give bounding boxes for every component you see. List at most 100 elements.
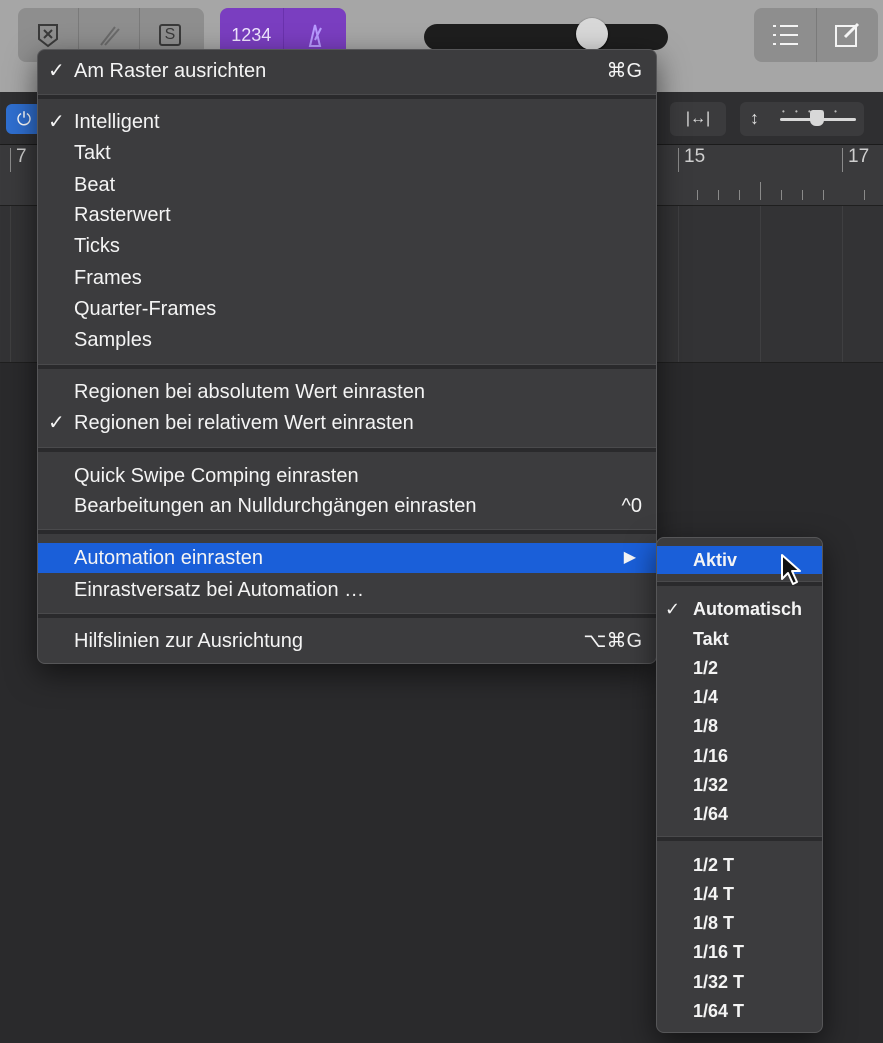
list-icon[interactable] bbox=[754, 8, 817, 62]
control-bar-right-group bbox=[754, 8, 878, 62]
menu-item-label: Frames bbox=[74, 267, 142, 289]
menu-item-label: 1/8 bbox=[693, 716, 719, 736]
submenu-item-1-2[interactable]: 1/2 bbox=[657, 654, 822, 682]
menu-item-label: 1/64 bbox=[693, 804, 729, 824]
ruler-tick bbox=[864, 190, 865, 200]
menu-item-label: Quick Swipe Comping einrasten bbox=[74, 465, 359, 487]
menu-item-label: 1/16 T bbox=[693, 942, 745, 962]
menu-item-label: Beat bbox=[74, 174, 116, 196]
submenu-item-1-2-triplet[interactable]: 1/2 T bbox=[657, 851, 822, 879]
menu-item-label: 1/64 T bbox=[693, 1001, 745, 1021]
menu-separator bbox=[657, 836, 822, 841]
vertical-resize-icon: ↕ bbox=[750, 108, 759, 128]
ruler-tick bbox=[718, 190, 719, 200]
menu-item-shortcut: ⌥⌘G bbox=[583, 630, 642, 652]
menu-item-label: Ticks bbox=[74, 235, 120, 257]
menu-item-snap-automation[interactable]: Automation einrasten ▶ bbox=[38, 543, 656, 573]
ruler-tick bbox=[739, 190, 740, 200]
menu-item-label: 1/32 bbox=[693, 775, 729, 795]
menu-item-snap-zero-crossings[interactable]: Bearbeitungen an Nulldurchgängen einrast… bbox=[38, 491, 656, 521]
ruler-tick bbox=[823, 190, 824, 200]
submenu-item-1-8[interactable]: 1/8 bbox=[657, 712, 822, 740]
menu-item-label: 1/2 bbox=[693, 658, 719, 678]
menu-separator bbox=[38, 529, 656, 534]
menu-item-label: Regionen bei absolutem Wert einrasten bbox=[74, 381, 425, 403]
menu-item-label: 1/2 T bbox=[693, 855, 735, 875]
ruler-bar-line bbox=[10, 148, 11, 172]
menu-separator bbox=[38, 447, 656, 452]
ruler-tick bbox=[760, 182, 761, 200]
menu-item-label: Quarter-Frames bbox=[74, 298, 217, 320]
menu-item-snap-regions-absolute[interactable]: Regionen bei absolutem Wert einrasten bbox=[38, 377, 656, 407]
menu-item-label: Automation einrasten bbox=[74, 547, 264, 569]
ruler-tick bbox=[697, 190, 698, 200]
menu-item-ticks[interactable]: Ticks bbox=[38, 231, 656, 261]
vertical-zoom-control[interactable]: ↕ • • • • • bbox=[740, 102, 864, 136]
menu-item-label: 1/32 T bbox=[693, 972, 745, 992]
menu-separator bbox=[38, 364, 656, 369]
edit-note-icon[interactable] bbox=[817, 8, 879, 62]
master-volume-slider[interactable] bbox=[424, 24, 668, 50]
submenu-item-bar[interactable]: Takt bbox=[657, 625, 822, 653]
menu-item-label: 1/4 bbox=[693, 687, 719, 707]
submenu-arrow-icon: ▶ bbox=[623, 549, 636, 566]
checkmark-icon: ✓ bbox=[665, 599, 681, 619]
checkmark-icon: ✓ bbox=[48, 111, 65, 133]
submenu-item-automatic[interactable]: ✓ Automatisch bbox=[657, 595, 822, 623]
automation-snap-submenu: Aktiv ✓ Automatisch Takt 1/2 1/4 1/8 1/1… bbox=[656, 537, 823, 1033]
submenu-item-1-8-triplet[interactable]: 1/8 T bbox=[657, 909, 822, 937]
snap-menu: ✓ Am Raster ausrichten ⌘G ✓ Intelligent … bbox=[37, 49, 657, 664]
menu-item-snap-quick-swipe[interactable]: Quick Swipe Comping einrasten bbox=[38, 461, 656, 491]
zoom-slider-knob[interactable] bbox=[810, 110, 824, 126]
master-volume-knob[interactable] bbox=[576, 18, 608, 50]
menu-item-beat[interactable]: Beat bbox=[38, 170, 656, 200]
menu-item-label: Am Raster ausrichten bbox=[74, 60, 267, 82]
menu-item-shortcut: ^0 bbox=[621, 495, 642, 517]
menu-item-label: Samples bbox=[74, 329, 152, 351]
ruler-bar-line bbox=[842, 148, 843, 172]
grid-line bbox=[760, 206, 761, 362]
menu-item-label: Rasterwert bbox=[74, 204, 171, 226]
menu-item-label: Bearbeitungen an Nulldurchgängen einrast… bbox=[74, 495, 477, 517]
menu-item-label: Takt bbox=[74, 142, 111, 164]
menu-item-quarter-frames[interactable]: Quarter-Frames bbox=[38, 294, 656, 324]
menu-item-snap-regions-relative[interactable]: ✓ Regionen bei relativem Wert einrasten bbox=[38, 408, 656, 438]
menu-item-label: Intelligent bbox=[74, 111, 160, 133]
menu-item-frames[interactable]: Frames bbox=[38, 263, 656, 293]
checkmark-icon: ✓ bbox=[48, 412, 65, 434]
menu-separator bbox=[38, 94, 656, 99]
menu-item-snap-to-grid[interactable]: ✓ Am Raster ausrichten ⌘G bbox=[38, 56, 656, 86]
menu-item-samples[interactable]: Samples bbox=[38, 325, 656, 355]
ruler-tick bbox=[781, 190, 782, 200]
menu-item-alignment-guides[interactable]: Hilfslinien zur Ausrichtung ⌥⌘G bbox=[38, 626, 656, 656]
ruler-bar-number: 7 bbox=[16, 146, 27, 167]
menu-item-label: 1/16 bbox=[693, 746, 729, 766]
fit-horizontal-icon[interactable]: |↔| bbox=[670, 102, 726, 136]
checkmark-icon: ✓ bbox=[48, 60, 65, 82]
grid-line bbox=[10, 206, 11, 362]
ruler-bar-line bbox=[678, 148, 679, 172]
submenu-item-1-4[interactable]: 1/4 bbox=[657, 683, 822, 711]
submenu-item-1-4-triplet[interactable]: 1/4 T bbox=[657, 880, 822, 908]
menu-item-label: 1/4 T bbox=[693, 884, 735, 904]
menu-separator bbox=[38, 613, 656, 618]
menu-item-shortcut: ⌘G bbox=[606, 60, 642, 82]
grid-line bbox=[842, 206, 843, 362]
menu-item-division[interactable]: Rasterwert bbox=[38, 200, 656, 230]
menu-item-bar[interactable]: Takt bbox=[38, 138, 656, 168]
submenu-item-1-32[interactable]: 1/32 bbox=[657, 771, 822, 799]
menu-item-automation-snap-offset[interactable]: Einrastversatz bei Automation … bbox=[38, 575, 656, 605]
menu-item-smart[interactable]: ✓ Intelligent bbox=[38, 107, 656, 137]
menu-item-label: 1/8 T bbox=[693, 913, 735, 933]
ruler-tick bbox=[802, 190, 803, 200]
submenu-item-1-16-triplet[interactable]: 1/16 T bbox=[657, 938, 822, 966]
mouse-pointer-icon bbox=[781, 554, 801, 585]
grid-line bbox=[678, 206, 679, 362]
menu-item-label: Aktiv bbox=[693, 550, 738, 570]
ruler-bar-number: 17 bbox=[848, 146, 870, 167]
menu-item-label: Hilfslinien zur Ausrichtung bbox=[74, 630, 303, 652]
submenu-item-1-16[interactable]: 1/16 bbox=[657, 742, 822, 770]
submenu-item-1-64-triplet[interactable]: 1/64 T bbox=[657, 997, 822, 1025]
submenu-item-1-32-triplet[interactable]: 1/32 T bbox=[657, 968, 822, 996]
submenu-item-1-64[interactable]: 1/64 bbox=[657, 800, 822, 828]
